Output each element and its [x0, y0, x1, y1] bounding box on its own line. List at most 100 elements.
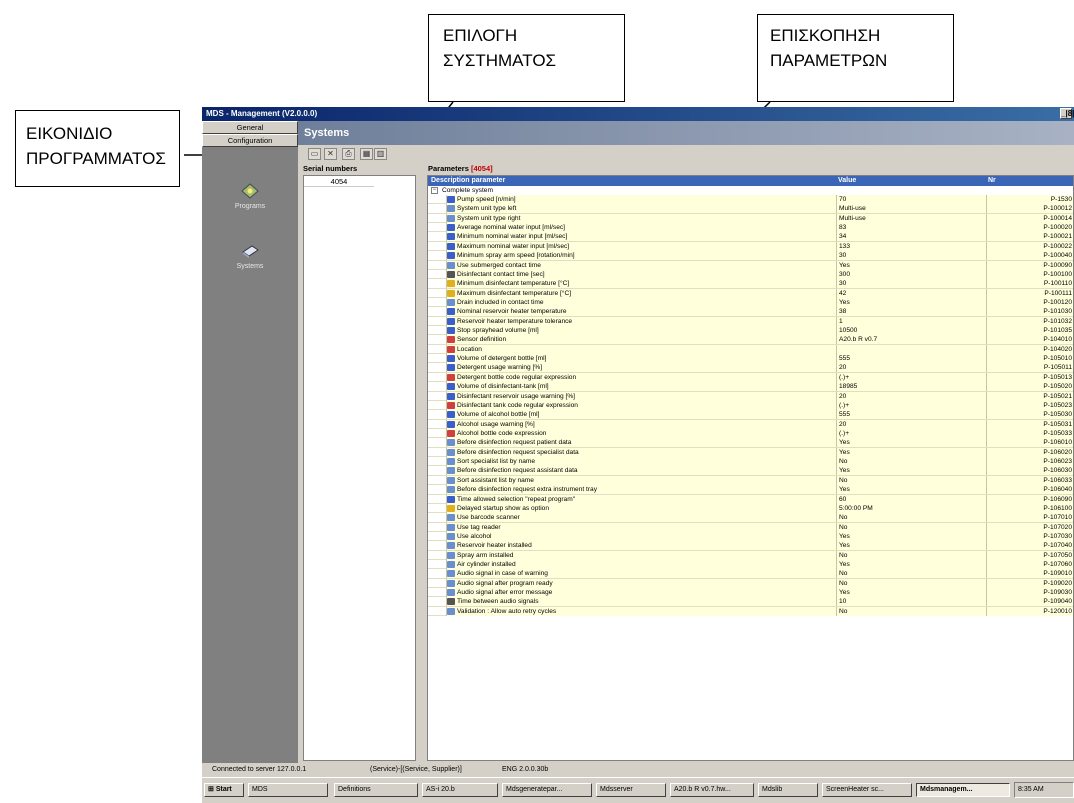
taskbar-item[interactable]: AS-i 20.b — [422, 783, 498, 797]
param-value[interactable]: 20 — [836, 363, 986, 373]
param-value[interactable]: No — [836, 606, 986, 616]
param-row[interactable]: Before disinfection request patient data… — [428, 438, 1073, 448]
param-row[interactable]: Spray arm installed No P-107050 — [428, 550, 1073, 561]
param-value[interactable]: No — [836, 578, 986, 588]
param-value[interactable]: 34 — [836, 232, 986, 242]
delete-icon[interactable]: ✕ — [324, 148, 337, 160]
param-row[interactable]: Use tag reader No P-107020 — [428, 522, 1073, 532]
param-value[interactable]: 38 — [836, 307, 986, 317]
col-value[interactable]: Value — [838, 176, 856, 186]
param-row[interactable]: Before disinfection request extra instru… — [428, 485, 1073, 495]
param-value[interactable]: 30 — [836, 251, 986, 261]
param-value[interactable]: 18985 — [836, 382, 986, 392]
param-value[interactable]: Multi-use — [836, 204, 986, 214]
param-row[interactable]: Alcohol usage warning [%] 20 P-105031 — [428, 419, 1073, 429]
taskbar-item[interactable]: Mdslib — [758, 783, 818, 797]
param-value[interactable]: Yes — [836, 438, 986, 448]
param-value[interactable]: Yes — [836, 560, 986, 570]
param-value[interactable]: Yes — [836, 466, 986, 476]
param-value[interactable]: Yes — [836, 447, 986, 457]
param-row[interactable]: Average nominal water input [ml/sec] 83 P-… — [428, 223, 1073, 233]
param-value[interactable]: (.)+ — [836, 428, 986, 438]
taskbar-item[interactable]: Mdsgeneratepar... — [502, 783, 592, 797]
param-value[interactable]: 20 — [836, 419, 986, 429]
param-row[interactable]: Validation : Allow auto retry cycles No P-… — [428, 606, 1073, 617]
param-row[interactable]: Audio signal after program ready No P-1090… — [428, 578, 1073, 589]
param-row[interactable]: Location P-104020 — [428, 344, 1073, 355]
param-row[interactable]: System unit type left Multi-use P-100012 — [428, 204, 1073, 214]
param-value[interactable]: 133 — [836, 241, 986, 251]
param-row[interactable]: Detergent usage warning [%] 20 P-105011 — [428, 363, 1073, 373]
param-row[interactable]: Reservoir heater temperature tolerance 1 P… — [428, 316, 1073, 327]
param-row[interactable]: Sort specialist list by name No P-106023 — [428, 457, 1073, 467]
param-value[interactable]: Multi-use — [836, 213, 986, 223]
param-value[interactable]: No — [836, 550, 986, 560]
param-value[interactable] — [836, 344, 986, 354]
param-value[interactable]: 555 — [836, 354, 986, 364]
save-icon[interactable]: ▭ — [308, 148, 321, 160]
tab-general[interactable]: General — [202, 121, 298, 134]
param-value[interactable]: Yes — [836, 297, 986, 307]
nav-item-systems[interactable]: Systems — [202, 243, 298, 270]
param-row[interactable]: Minimum spray arm speed [rotation/min] 30… — [428, 251, 1073, 261]
serial-item[interactable]: 4054 — [304, 176, 374, 187]
taskbar-item[interactable]: MDS — [248, 783, 328, 797]
param-row[interactable]: Time allowed selection "repeat program" 6… — [428, 494, 1073, 504]
param-value[interactable]: 1 — [836, 316, 986, 326]
collapse-icon[interactable]: − — [431, 187, 438, 194]
param-value[interactable]: No — [836, 475, 986, 485]
param-row[interactable]: Before disinfection request specialist d… — [428, 447, 1073, 458]
param-value[interactable]: Yes — [836, 485, 986, 495]
param-value[interactable]: (.)+ — [836, 372, 986, 382]
tab-configuration[interactable]: Configuration — [202, 134, 298, 147]
taskbar-item-active[interactable]: Mdsmanagem... — [916, 783, 1010, 797]
nav-item-programs[interactable]: Programs — [202, 183, 298, 210]
param-row[interactable]: Disinfectant tank code regular expressio… — [428, 400, 1073, 411]
param-row[interactable]: System unit type right Multi-use P-100014 — [428, 213, 1073, 224]
param-value[interactable]: 5:00:00 PM — [836, 503, 986, 513]
param-row[interactable]: Audio signal in case of warning No P-10901… — [428, 569, 1073, 579]
param-row[interactable]: Use submerged contact time Yes P-100090 — [428, 260, 1073, 270]
param-row[interactable]: Maximum disinfectant temperature [°C] 42 P… — [428, 288, 1073, 298]
taskbar-item[interactable]: Mdsserver — [596, 783, 666, 797]
grid-icon[interactable]: ▦ — [360, 148, 373, 160]
taskbar-item[interactable]: Definitions — [334, 783, 418, 797]
param-row[interactable]: Pump speed [n/min] 70 P-1530 — [428, 195, 1073, 205]
param-row[interactable]: Disinfectant contact time [sec] 300 P-1001… — [428, 269, 1073, 280]
param-row[interactable]: Reservoir heater installed Yes P-107040 — [428, 541, 1073, 551]
param-row[interactable]: Sort assistant list by name No P-106033 — [428, 475, 1073, 486]
group-row[interactable]: − Complete system — [428, 186, 1073, 195]
param-value[interactable]: No — [836, 569, 986, 579]
param-value[interactable]: 10500 — [836, 326, 986, 336]
param-value[interactable]: 10 — [836, 597, 986, 607]
param-value[interactable]: 70 — [836, 195, 986, 204]
param-value[interactable]: 42 — [836, 288, 986, 298]
col-description[interactable]: Description parameter — [431, 176, 505, 186]
param-value[interactable]: A20.b R v0.7 — [836, 335, 986, 345]
param-row[interactable]: Use alcohol Yes P-107030 — [428, 531, 1073, 542]
param-value[interactable]: Yes — [836, 531, 986, 541]
param-value[interactable]: 30 — [836, 279, 986, 289]
param-row[interactable]: Time between audio signals 10 P-109040 — [428, 597, 1073, 607]
param-row[interactable]: Nominal reservoir heater temperature 38 P-… — [428, 307, 1073, 317]
param-value[interactable]: Yes — [836, 541, 986, 551]
param-row[interactable]: Stop sprayhead volume [ml] 10500 P-101035 — [428, 326, 1073, 336]
param-value[interactable]: 20 — [836, 391, 986, 401]
param-value[interactable]: 83 — [836, 223, 986, 233]
taskbar-item[interactable]: ScreenHeater sc... — [822, 783, 912, 797]
param-value[interactable]: No — [836, 513, 986, 523]
param-value[interactable]: Yes — [836, 588, 986, 598]
param-row[interactable]: Minimum disinfectant temperature [°C] 30 P… — [428, 279, 1073, 289]
param-value[interactable]: 60 — [836, 494, 986, 504]
print-icon[interactable]: ⎙ — [342, 148, 355, 160]
param-row[interactable]: Disinfectant reservoir usage warning [%]… — [428, 391, 1073, 401]
param-row[interactable]: Alcohol bottle code expression (.)+ P-1050… — [428, 428, 1073, 439]
start-button[interactable]: ⊞ Start — [204, 783, 244, 797]
param-row[interactable]: Drain included in contact time Yes P-10012… — [428, 297, 1073, 308]
param-row[interactable]: Delayed startup show as option 5:00:00 PM… — [428, 503, 1073, 514]
param-row[interactable]: Audio signal after error message Yes P-109… — [428, 588, 1073, 598]
param-value[interactable]: (.)+ — [836, 400, 986, 410]
param-row[interactable]: Air cylinder installed Yes P-107060 — [428, 560, 1073, 570]
param-row[interactable]: Volume of disinfectant-tank [ml] 18985 P-1… — [428, 382, 1073, 392]
param-row[interactable]: Sensor definition A20.b R v0.7 P-104010 — [428, 335, 1073, 345]
